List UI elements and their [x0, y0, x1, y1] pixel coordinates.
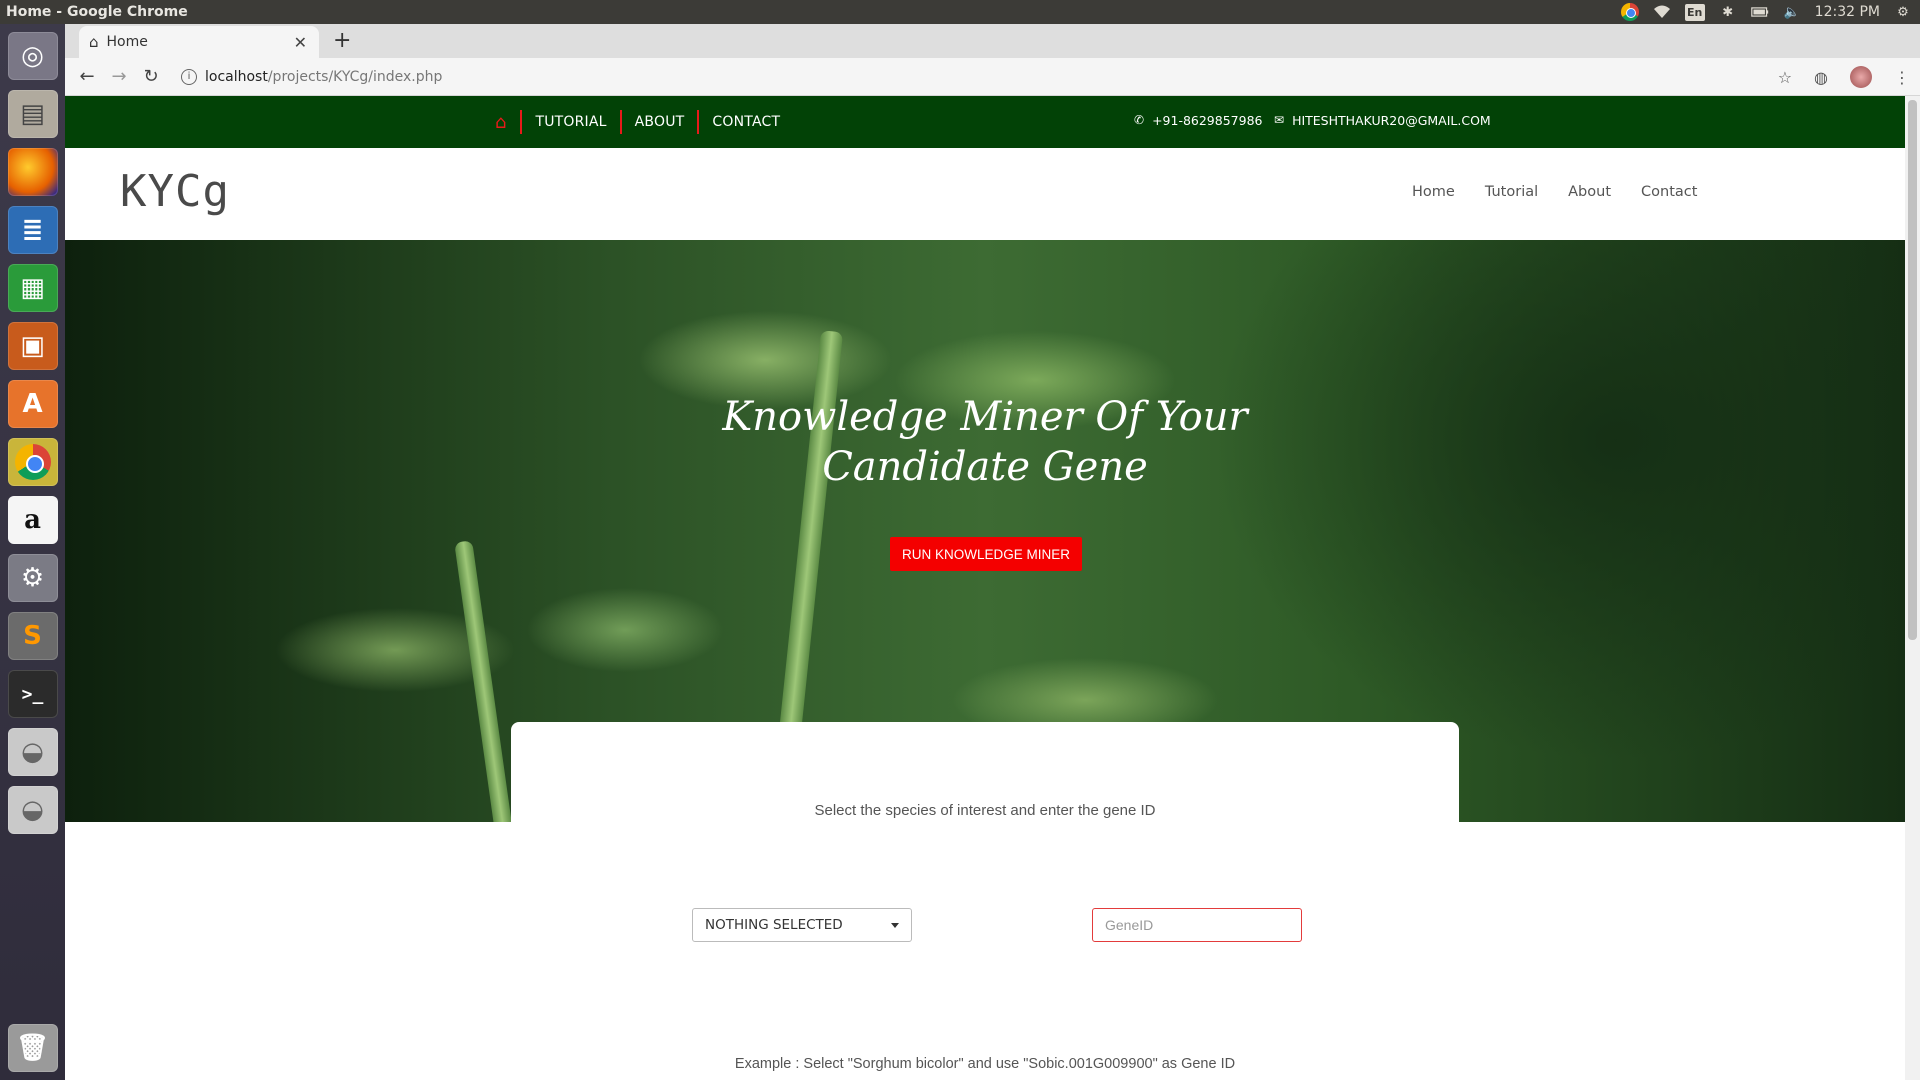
phone-number: +91-8629857986	[1152, 112, 1263, 128]
window-title: Home - Google Chrome	[6, 4, 188, 20]
instruction-text: Select the species of interest and enter…	[814, 802, 1156, 819]
close-icon[interactable]: ✕	[294, 33, 307, 52]
envelope-icon: ✉	[1274, 113, 1285, 127]
libreoffice-impress-icon[interactable]: ▣	[7, 322, 58, 370]
menu-icon[interactable]: ⋮	[1894, 68, 1910, 87]
reload-icon[interactable]: ↻	[135, 66, 167, 87]
nav-tutorial[interactable]: Tutorial	[1485, 184, 1538, 200]
libreoffice-calc-icon[interactable]: ▦	[7, 264, 58, 312]
hero-title-line-2: Candidate Gene	[822, 444, 1148, 490]
os-top-panel: Home - Google Chrome En ✱ 🔈 12:32 PM ⚙	[0, 0, 1920, 24]
hero-title: Knowledge Miner Of Your Candidate Gene	[65, 392, 1905, 492]
browser-tab-strip: ⌂ Home ✕ +	[65, 24, 1920, 58]
site-header: KYCg Home Tutorial About Contact	[65, 148, 1905, 240]
system-settings-icon[interactable]: ⚙	[7, 554, 58, 602]
gear-icon[interactable]: ⚙	[1894, 4, 1912, 20]
home-icon: ⌂	[89, 33, 99, 51]
nav-home[interactable]: Home	[1412, 184, 1455, 200]
run-knowledge-miner-button[interactable]: RUN KNOWLEDGE MINER	[890, 537, 1082, 571]
caret-down-icon	[891, 923, 899, 928]
system-tray: En ✱ 🔈 12:32 PM ⚙	[1620, 0, 1920, 24]
files-icon[interactable]: ▤	[7, 90, 58, 138]
tab-title: Home	[106, 34, 148, 50]
home-icon[interactable]: ⌂	[495, 112, 520, 133]
hero-title-line-1: Knowledge Miner Of Your	[722, 394, 1248, 440]
scrollbar-thumb[interactable]	[1908, 100, 1917, 640]
globe-extension-icon[interactable]: ◍	[1814, 68, 1828, 87]
top-nav-about[interactable]: ABOUT	[619, 110, 698, 134]
keyboard-layout-indicator[interactable]: En	[1684, 3, 1705, 21]
libreoffice-writer-icon[interactable]: ≣	[7, 206, 58, 254]
species-select[interactable]: NOTHING SELECTED	[692, 908, 912, 942]
email-address: HITESHTHAKUR20@GMAIL.COM	[1292, 112, 1491, 128]
forward-arrow-icon[interactable]: →	[103, 66, 135, 87]
ubuntu-dash-icon[interactable]: ◎	[7, 32, 58, 80]
tab-home[interactable]: ⌂ Home ✕	[79, 26, 319, 58]
main-nav: Home Tutorial About Contact	[1412, 184, 1697, 200]
clock[interactable]: 12:32 PM	[1815, 4, 1880, 20]
wifi-icon[interactable]	[1653, 4, 1671, 20]
disk-drive-icon[interactable]: ◒	[7, 728, 58, 776]
gene-id-input[interactable]	[1092, 908, 1302, 942]
volume-muted-icon[interactable]: 🔈	[1783, 4, 1801, 20]
browser-toolbar: ← → ↻ i localhost /projects/KYCg/index.p…	[65, 58, 1920, 96]
battery-icon[interactable]	[1750, 4, 1769, 20]
url-path: /projects/KYCg/index.php	[267, 68, 443, 85]
avatar[interactable]	[1850, 66, 1872, 88]
top-nav: ⌂ TUTORIAL ABOUT CONTACT	[495, 96, 793, 148]
phone-contact: ✆ +91-8629857986	[1134, 96, 1262, 144]
nav-contact[interactable]: Contact	[1641, 184, 1697, 200]
address-bar[interactable]: i localhost /projects/KYCg/index.php	[181, 68, 443, 85]
star-icon[interactable]: ☆	[1778, 68, 1792, 87]
page-scrollbar[interactable]	[1905, 96, 1920, 1080]
terminal-icon[interactable]: >_	[7, 670, 58, 718]
nav-about[interactable]: About	[1568, 184, 1611, 200]
unity-launcher: ◎ ▤ ≣ ▦ ▣ A a ⚙ S >_ ◒ ◒ 🗑	[0, 24, 65, 1080]
amazon-icon[interactable]: a	[7, 496, 58, 544]
top-nav-contact[interactable]: CONTACT	[697, 110, 793, 134]
info-icon[interactable]: i	[181, 68, 197, 85]
software-center-icon[interactable]: A	[7, 380, 58, 428]
new-tab-button[interactable]: +	[333, 28, 351, 53]
species-selected-value: NOTHING SELECTED	[705, 917, 843, 933]
gene-search-panel: Select the species of interest and enter…	[511, 722, 1459, 1080]
disk-drive-2-icon[interactable]: ◒	[7, 786, 58, 834]
bluetooth-icon[interactable]: ✱	[1719, 4, 1737, 20]
site-logo[interactable]: KYCg	[120, 166, 230, 217]
phone-icon: ✆	[1134, 113, 1145, 127]
example-text: Example : Select "Sorghum bicolor" and u…	[734, 1056, 1236, 1072]
web-page: ⌂ TUTORIAL ABOUT CONTACT ✆ +91-862985798…	[65, 96, 1905, 1080]
sprout-stem-decoration	[454, 540, 514, 822]
url-host: localhost	[205, 68, 268, 85]
toolbar-actions: ☆ ◍ ⋮	[1778, 66, 1910, 88]
trash-icon[interactable]: 🗑	[7, 1024, 58, 1072]
top-contact-bar: ⌂ TUTORIAL ABOUT CONTACT ✆ +91-862985798…	[65, 96, 1905, 148]
chrome-indicator-icon[interactable]	[1620, 3, 1639, 21]
top-nav-tutorial[interactable]: TUTORIAL	[520, 110, 619, 134]
email-contact: ✉ HITESHTHAKUR20@GMAIL.COM	[1274, 96, 1491, 144]
chrome-launcher-icon[interactable]	[7, 438, 58, 486]
firefox-icon[interactable]	[7, 148, 58, 196]
sublime-text-icon[interactable]: S	[7, 612, 58, 660]
back-arrow-icon[interactable]: ←	[71, 66, 103, 87]
